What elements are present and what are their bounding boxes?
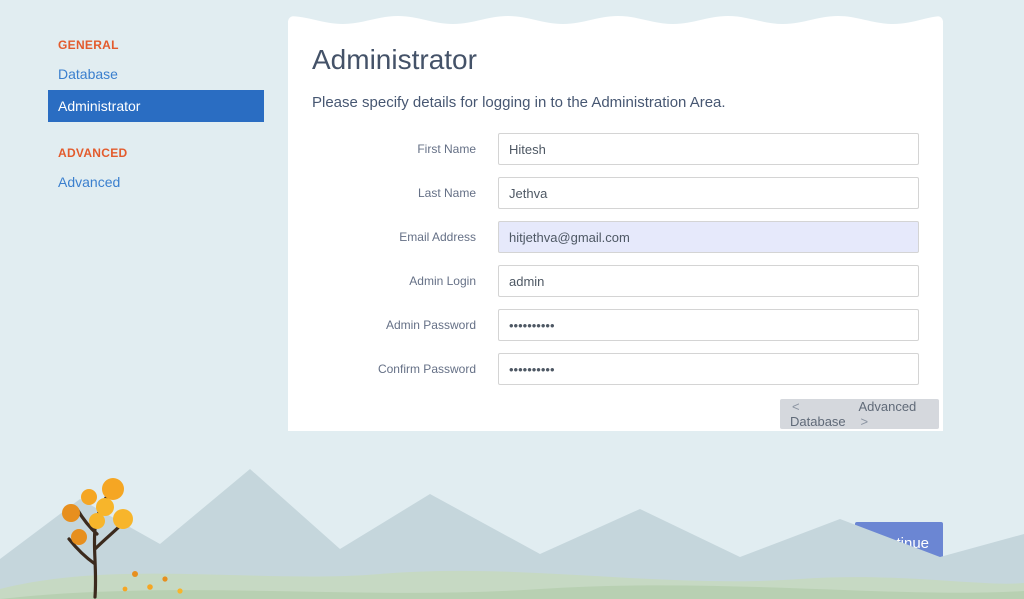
input-email[interactable] xyxy=(498,221,919,253)
step-nav: < Database Advanced > xyxy=(780,399,939,429)
sidebar-item-advanced[interactable]: Advanced xyxy=(48,166,264,198)
row-confirm-password: Confirm Password xyxy=(312,353,919,385)
nav-next-label: Advanced xyxy=(858,399,916,414)
label-email: Email Address xyxy=(312,230,498,244)
input-admin-login[interactable] xyxy=(498,265,919,297)
input-last-name[interactable] xyxy=(498,177,919,209)
nav-next-link[interactable]: Advanced > xyxy=(858,399,929,429)
page-title: Administrator xyxy=(312,44,919,76)
row-last-name: Last Name xyxy=(312,177,919,209)
row-first-name: First Name xyxy=(312,133,919,165)
input-admin-password[interactable] xyxy=(498,309,919,341)
nav-prev-label: Database xyxy=(790,414,846,429)
sidebar-item-administrator[interactable]: Administrator xyxy=(48,90,264,122)
page-subtitle: Please specify details for logging in to… xyxy=(312,94,919,111)
chevron-right-icon: > xyxy=(858,414,870,429)
label-first-name: First Name xyxy=(312,142,498,156)
sidebar-header-general: GENERAL xyxy=(48,28,264,58)
sidebar-header-advanced: ADVANCED xyxy=(48,136,264,166)
continue-button[interactable]: Continue xyxy=(855,522,943,564)
scenery-illustration xyxy=(0,439,1024,599)
main-card: Administrator Please specify details for… xyxy=(288,16,943,431)
row-admin-password: Admin Password xyxy=(312,309,919,341)
row-admin-login: Admin Login xyxy=(312,265,919,297)
sidebar-item-database[interactable]: Database xyxy=(48,58,264,90)
input-first-name[interactable] xyxy=(498,133,919,165)
sidebar: GENERAL Database Administrator ADVANCED … xyxy=(48,28,264,198)
input-confirm-password[interactable] xyxy=(498,353,919,385)
chevron-left-icon: < xyxy=(790,399,802,414)
page: GENERAL Database Administrator ADVANCED … xyxy=(0,0,1024,599)
label-last-name: Last Name xyxy=(312,186,498,200)
nav-prev-link[interactable]: < Database xyxy=(790,399,858,429)
label-admin-password: Admin Password xyxy=(312,318,498,332)
row-email: Email Address xyxy=(312,221,919,253)
label-admin-login: Admin Login xyxy=(312,274,498,288)
label-confirm-password: Confirm Password xyxy=(312,362,498,376)
